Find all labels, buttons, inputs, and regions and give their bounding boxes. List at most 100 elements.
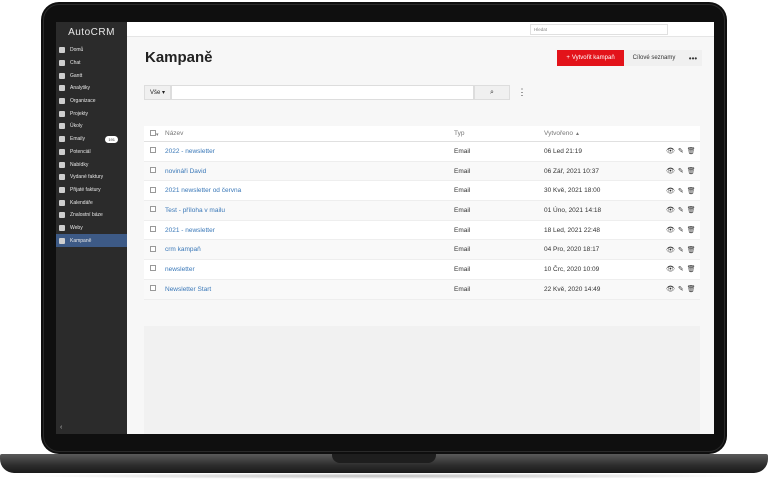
edit-icon[interactable]: ✎	[678, 187, 684, 195]
filter-search-input[interactable]	[171, 85, 474, 100]
table-row: 2021 newsletter od června Email 30 Kvě, 20…	[144, 181, 700, 202]
column-created[interactable]: Vytvořeno ▲	[544, 130, 666, 137]
column-name[interactable]: Název	[165, 130, 454, 137]
filter-options-icon[interactable]: ⋮	[518, 85, 527, 100]
campaign-name-link[interactable]: Newsletter Start	[165, 286, 454, 293]
sidebar-item-1[interactable]: Chat	[56, 57, 127, 70]
sidebar-item-14[interactable]: Weby	[56, 222, 127, 235]
delete-icon[interactable]: 🗑	[687, 246, 696, 254]
sidebar-item-label: Domů	[70, 47, 84, 54]
sidebar-item-12[interactable]: Kalendáře	[56, 196, 127, 209]
sidebar-item-7[interactable]: Emaily 191	[56, 133, 127, 146]
campaign-name-link[interactable]: Test - příloha v mailu	[165, 207, 454, 214]
target-lists-button[interactable]: Cílové seznamy	[624, 50, 684, 66]
sidebar-item-label: Potenciál	[70, 148, 91, 155]
sidebar-item-13[interactable]: Znalostní báze	[56, 209, 127, 222]
sidebar-item-label: Emaily	[70, 136, 86, 143]
table-row: 2021 - newsletter Email 18 Led, 2021 22:48…	[144, 221, 700, 241]
top-bar: Hledat ⌕ ✉ + ⋮	[127, 22, 714, 37]
brand-logo[interactable]: AutoCRM	[56, 22, 127, 42]
delete-icon[interactable]: 🗑	[687, 187, 696, 195]
sidebar-item-11[interactable]: Přijaté faktury	[56, 184, 127, 197]
row-checkbox[interactable]	[144, 285, 165, 293]
delete-icon[interactable]: 🗑	[687, 226, 696, 234]
edit-icon[interactable]: ✎	[678, 206, 684, 214]
edit-icon[interactable]: ✎	[678, 265, 684, 273]
sidebar-item-label: Vydané faktury	[70, 174, 104, 181]
sidebar-item-6[interactable]: Úkoly	[56, 120, 127, 133]
grid-icon	[59, 47, 65, 54]
view-icon[interactable]: 👁	[666, 285, 675, 293]
campaigns-table: ▾ Název Typ Vytvořeno ▲ 2022 - newsletter…	[144, 126, 700, 300]
campaign-type: Email	[454, 206, 471, 214]
view-icon[interactable]: 👁	[666, 147, 675, 155]
campaign-name-link[interactable]: 2022 - newsletter	[165, 148, 454, 155]
filter-select[interactable]: Vše ▾	[144, 85, 171, 100]
row-actions: 👁 ✎ 🗑	[666, 265, 702, 273]
sidebar-item-label: Nabídky	[70, 161, 89, 168]
document-icon	[59, 161, 65, 168]
building-icon	[59, 98, 65, 105]
campaign-created: 10 Črc, 2020 10:09	[544, 265, 600, 273]
row-checkbox[interactable]	[144, 167, 165, 175]
campaign-created: 06 Led 21:19	[544, 147, 582, 155]
edit-icon[interactable]: ✎	[678, 147, 684, 155]
campaign-name-link[interactable]: newsletter	[165, 266, 454, 273]
campaign-name-link[interactable]: 2021 newsletter od června	[165, 187, 454, 194]
view-icon[interactable]: 👁	[666, 206, 675, 214]
campaign-type: Email	[454, 187, 471, 195]
table-row: 2022 - newsletter Email 06 Led 21:19 👁 ✎ 🗑	[144, 142, 700, 162]
campaign-name-link[interactable]: 2021 - newsletter	[165, 227, 454, 234]
delete-icon[interactable]: 🗑	[687, 206, 696, 214]
campaign-created: 04 Pro, 2020 18:17	[544, 246, 600, 254]
sidebar-item-5[interactable]: Projekty	[56, 107, 127, 120]
row-actions: 👁 ✎ 🗑	[666, 147, 702, 155]
chart-icon	[59, 237, 65, 244]
edit-icon[interactable]: ✎	[678, 285, 684, 293]
sidebar-item-10[interactable]: Vydané faktury	[56, 171, 127, 184]
sidebar-item-15[interactable]: Kampaně	[56, 234, 127, 247]
row-checkbox[interactable]	[144, 206, 165, 214]
collapse-sidebar-icon[interactable]: ‹	[60, 424, 62, 431]
delete-icon[interactable]: 🗑	[687, 147, 696, 155]
edit-icon[interactable]: ✎	[678, 167, 684, 175]
sidebar-item-3[interactable]: Analytiky	[56, 82, 127, 95]
view-icon[interactable]: 👁	[666, 187, 675, 195]
row-checkbox[interactable]	[144, 186, 165, 195]
column-type[interactable]: Typ	[454, 130, 544, 137]
sort-asc-icon: ▲	[575, 131, 580, 137]
sidebar-item-2[interactable]: Gantt	[56, 69, 127, 82]
delete-icon[interactable]: 🗑	[687, 285, 696, 293]
row-checkbox[interactable]	[144, 265, 165, 273]
view-icon[interactable]: 👁	[666, 265, 675, 273]
campaign-created: 01 Úno, 2021 14:18	[544, 206, 602, 214]
row-checkbox[interactable]	[144, 226, 165, 234]
sidebar-item-9[interactable]: Nabídky	[56, 158, 127, 171]
edit-icon[interactable]: ✎	[678, 226, 684, 234]
campaign-name-link[interactable]: novináři David	[165, 168, 454, 175]
select-all-checkbox[interactable]: ▾	[144, 129, 165, 138]
delete-icon[interactable]: 🗑	[687, 265, 696, 273]
table-row: Test - příloha v mailu Email 01 Úno, 2021 …	[144, 201, 700, 221]
tasks-icon	[59, 123, 65, 130]
global-search-input[interactable]: Hledat	[530, 24, 668, 35]
row-checkbox[interactable]	[144, 245, 165, 254]
delete-icon[interactable]: 🗑	[687, 167, 696, 175]
view-icon[interactable]: 👁	[666, 246, 675, 254]
more-actions-button[interactable]: •••	[684, 50, 702, 66]
sidebar-item-4[interactable]: Organizace	[56, 95, 127, 108]
campaign-created: 30 Kvě, 2021 18:00	[544, 187, 601, 195]
campaign-name-link[interactable]: crm kampaň	[165, 246, 454, 253]
row-checkbox[interactable]	[144, 147, 165, 155]
sidebar-item-8[interactable]: Potenciál	[56, 146, 127, 159]
sidebar-item-label: Úkoly	[70, 123, 83, 130]
view-icon[interactable]: 👁	[666, 167, 675, 175]
sidebar-item-0[interactable]: Domů	[56, 44, 127, 57]
campaign-created: 06 Zář, 2021 10:37	[544, 167, 599, 175]
create-campaign-button[interactable]: + Vytvořit kampaň	[557, 50, 624, 66]
filter-search-button[interactable]: ⌕	[474, 85, 510, 100]
campaign-type: Email	[454, 147, 471, 155]
column-created-label: Vytvořeno	[544, 130, 574, 137]
edit-icon[interactable]: ✎	[678, 246, 684, 254]
view-icon[interactable]: 👁	[666, 226, 675, 234]
